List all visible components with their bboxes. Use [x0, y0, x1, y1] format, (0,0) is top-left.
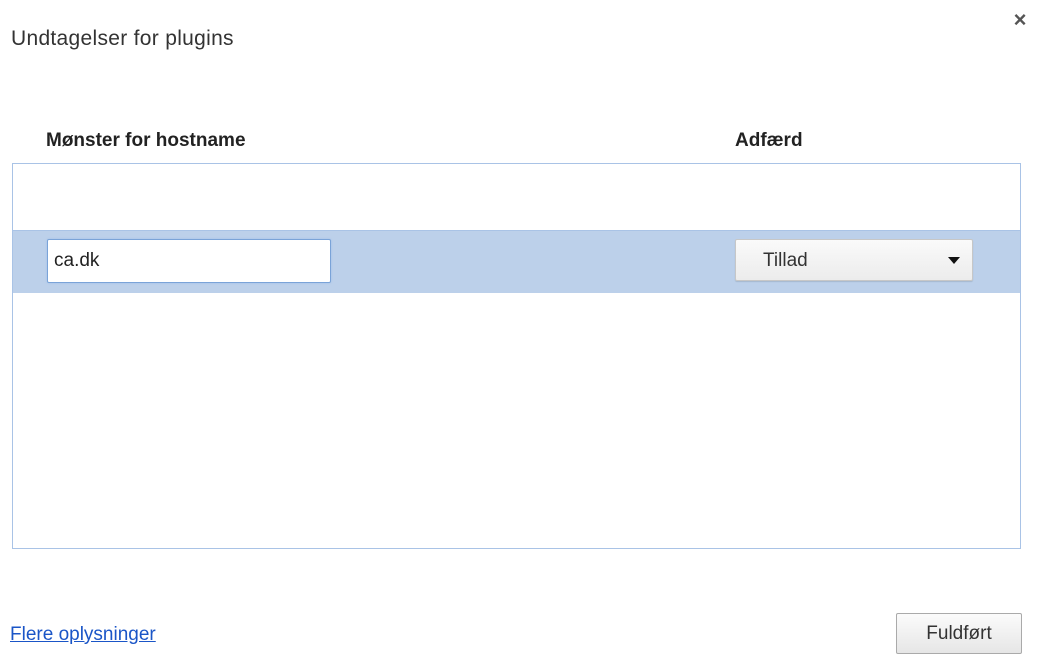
done-button[interactable]: Fuldført	[896, 613, 1022, 654]
behavior-select-value: Tillad	[763, 250, 808, 271]
plugin-exceptions-dialog: Undtagelser for plugins × Mønster for ho…	[0, 0, 1042, 654]
column-header-behavior: Adfærd	[735, 130, 803, 151]
hostname-pattern-input[interactable]	[47, 239, 331, 283]
column-header-pattern: Mønster for hostname	[46, 130, 246, 151]
chevron-down-icon	[948, 257, 960, 264]
exceptions-list: Tillad	[12, 163, 1021, 549]
empty-list-row[interactable]	[13, 164, 1020, 231]
close-icon[interactable]: ×	[1010, 9, 1030, 31]
table-row[interactable]: Tillad	[13, 231, 1020, 293]
more-info-link[interactable]: Flere oplysninger	[10, 624, 156, 646]
dialog-title: Undtagelser for plugins	[11, 27, 234, 50]
behavior-select[interactable]: Tillad	[735, 239, 973, 281]
